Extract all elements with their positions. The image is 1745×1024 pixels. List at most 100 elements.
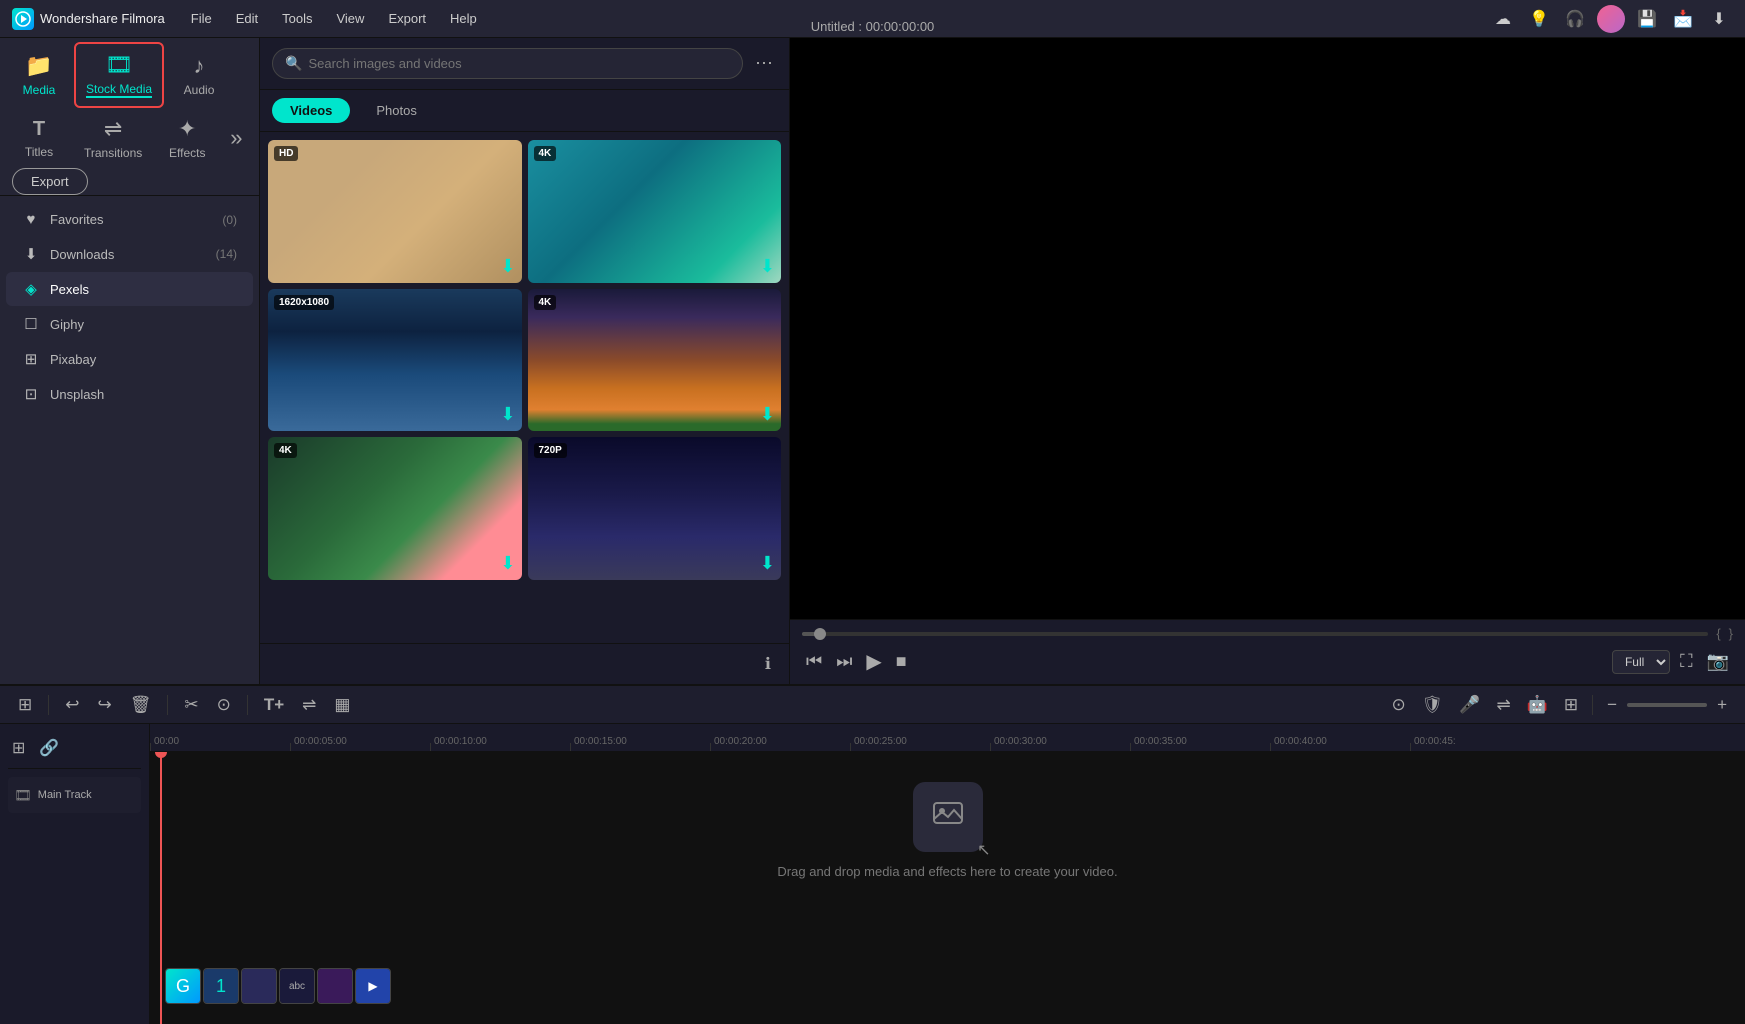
ruler-line-1 [290, 743, 291, 751]
download-icon[interactable]: ⬇ [1705, 5, 1733, 33]
crop-button[interactable]: ⊞ [1558, 691, 1584, 719]
ctrl-right: Full ⛶ 📷 [1612, 647, 1733, 676]
tab-stock-media[interactable]: 🎞 Stock Media [74, 42, 164, 108]
cloud-icon[interactable]: ☁ [1489, 5, 1517, 33]
main-content: 📁 Media 🎞 Stock Media ♪ Audio T Titles ⇌… [0, 38, 1745, 684]
clip-button[interactable]: ⊙ [211, 691, 237, 719]
sidebar-item-favorites[interactable]: ♥ Favorites (0) [6, 203, 253, 236]
tab-transitions[interactable]: ⇌ Transitions [74, 108, 152, 168]
zoom-out-button[interactable]: − [1601, 693, 1623, 717]
sidebar-item-downloads[interactable]: ⬇ Downloads (14) [6, 237, 253, 271]
mail-icon[interactable]: 📩 [1669, 5, 1697, 33]
add-track-button[interactable]: ⊞ [8, 734, 29, 762]
clip-thumb-1[interactable]: G [165, 968, 201, 1004]
tab-titles[interactable]: T Titles [4, 110, 74, 167]
progress-bar[interactable] [802, 632, 1708, 636]
info-button[interactable]: ℹ [759, 650, 777, 678]
zoom-in-button[interactable]: + [1711, 693, 1733, 717]
quality-select[interactable]: Full [1612, 650, 1670, 674]
thumb-download-5[interactable]: ⬇ [500, 553, 515, 574]
adjust-button[interactable]: ⇌ [296, 691, 322, 719]
mic-button[interactable]: 🎤 [1453, 691, 1486, 719]
filter-photos[interactable]: Photos [358, 98, 434, 123]
menu-edit[interactable]: Edit [226, 7, 268, 30]
track-header-main: 🎞 Main Track [8, 777, 141, 813]
ai-cutout-button[interactable]: ⊙ [1385, 691, 1411, 719]
tab-audio[interactable]: ♪ Audio [164, 45, 234, 105]
video-thumb-3[interactable]: 1620x1080 ⬇ [268, 289, 522, 432]
menu-file[interactable]: File [181, 7, 222, 30]
clip-thumb-bg-5 [318, 969, 352, 1003]
video-thumb-6[interactable]: 720P ⬇ [528, 437, 782, 580]
sidebar-item-pixabay[interactable]: ⊞ Pixabay [6, 342, 253, 376]
stop-button[interactable]: ■ [892, 647, 911, 676]
shield-button[interactable]: 🛡 [1416, 691, 1450, 719]
thumb-badge-5: 4K [274, 443, 297, 458]
clip-thumb-bg-3 [242, 969, 276, 1003]
redo-button[interactable]: ↪ [92, 691, 118, 719]
camera-button[interactable]: 📷 [1703, 647, 1733, 676]
thumb-badge-3: 1620x1080 [274, 295, 334, 310]
thumb-bg-4 [528, 289, 782, 432]
export-button[interactable]: Export [12, 168, 88, 195]
sidebar-item-giphy[interactable]: ☐ Giphy [6, 307, 253, 341]
timeline-tracks: G 1 abc ▶ [150, 752, 1745, 1024]
clip-thumb-6[interactable]: ▶ [355, 968, 391, 1004]
app-name: Wondershare Filmora [40, 11, 165, 26]
favorites-icon: ♥ [22, 211, 40, 228]
play-button[interactable]: ▶ [862, 645, 885, 678]
downloads-count: (14) [216, 247, 237, 261]
mixer-button[interactable]: ⇌ [1490, 691, 1516, 719]
clip-thumb-3[interactable] [241, 968, 277, 1004]
undo-button[interactable]: ↩ [59, 691, 85, 719]
zoom-bar [1627, 703, 1707, 707]
cut-button[interactable]: ✂ [178, 691, 204, 719]
tab-media[interactable]: 📁 Media [4, 45, 74, 105]
clip-thumb-5[interactable] [317, 968, 353, 1004]
step-forward-button[interactable]: ⏭ [832, 647, 856, 676]
menu-export[interactable]: Export [378, 7, 436, 30]
sidebar-item-unsplash[interactable]: ⊡ Unsplash [6, 377, 253, 411]
video-thumb-2[interactable]: 4K ⬇ [528, 140, 782, 283]
thumb-download-2[interactable]: ⬇ [760, 256, 775, 277]
headphone-icon[interactable]: 🎧 [1561, 5, 1589, 33]
thumb-download-1[interactable]: ⬇ [500, 256, 515, 277]
pexels-icon: ◈ [22, 280, 40, 298]
search-icon: 🔍 [285, 55, 302, 72]
transitions-icon: ⇌ [104, 116, 122, 142]
menu-help[interactable]: Help [440, 7, 487, 30]
clip-thumb-bg-1: G [166, 969, 200, 1003]
video-thumb-5[interactable]: 4K ⬇ [268, 437, 522, 580]
link-button[interactable]: 🔗 [35, 734, 63, 762]
thumb-download-6[interactable]: ⬇ [760, 553, 775, 574]
video-thumb-1[interactable]: HD ⬇ [268, 140, 522, 283]
clip-thumb-bg-4: abc [280, 969, 314, 1003]
toolbar: ⊞ ↩ ↪ 🗑 ✂ ⊙ T+ ⇌ ▦ ⊙ 🛡 🎤 ⇌ 🤖 ⊞ − + [0, 686, 1745, 724]
thumb-download-4[interactable]: ⬇ [760, 404, 775, 425]
text-button[interactable]: T+ [258, 691, 290, 719]
search-input-wrap[interactable]: 🔍 [272, 48, 743, 79]
right-bracket: } [1729, 626, 1733, 641]
save-icon[interactable]: 💾 [1633, 5, 1661, 33]
menu-view[interactable]: View [326, 7, 374, 30]
thumb-download-3[interactable]: ⬇ [500, 404, 515, 425]
search-input[interactable] [308, 56, 730, 71]
lightbulb-icon[interactable]: 💡 [1525, 5, 1553, 33]
left-panel: 📁 Media 🎞 Stock Media ♪ Audio T Titles ⇌… [0, 38, 260, 684]
waveform-button[interactable]: ▦ [328, 691, 356, 719]
tab-effects[interactable]: ✦ Effects [152, 108, 222, 168]
avatar[interactable] [1597, 5, 1625, 33]
fullscreen-button[interactable]: ⛶ [1676, 647, 1697, 676]
clip-thumb-2[interactable]: 1 [203, 968, 239, 1004]
robot-button[interactable]: 🤖 [1521, 691, 1554, 719]
sidebar-item-pexels[interactable]: ◈ Pexels [6, 272, 253, 306]
clip-thumb-4[interactable]: abc [279, 968, 315, 1004]
menu-tools[interactable]: Tools [272, 7, 322, 30]
video-thumb-4[interactable]: 4K ⬇ [528, 289, 782, 432]
step-back-button[interactable]: ⏮ [802, 647, 826, 676]
grid-view-button[interactable]: ⊞ [12, 691, 38, 719]
grid-options-button[interactable]: ⋯ [751, 49, 777, 78]
filter-videos[interactable]: Videos [272, 98, 350, 123]
more-tabs-button[interactable]: » [222, 121, 250, 155]
delete-button[interactable]: 🗑 [124, 691, 158, 719]
